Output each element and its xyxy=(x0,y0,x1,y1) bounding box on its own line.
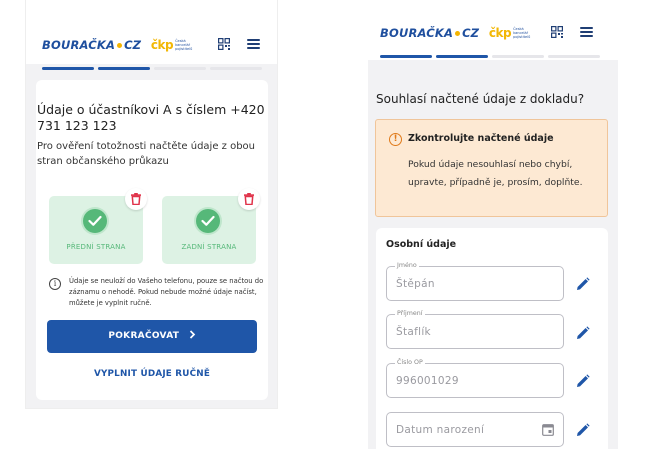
hamburger-menu-icon[interactable] xyxy=(247,39,260,49)
birth-date-field[interactable]: Datum narození xyxy=(386,412,564,447)
progress-step xyxy=(492,55,544,58)
progress-step xyxy=(98,67,150,70)
partner-name: čkp xyxy=(488,26,512,40)
doc-label: ZADNÍ STRANA xyxy=(181,243,237,251)
warning-title: Zkontrolujte načtené údaje xyxy=(408,133,554,144)
continue-button[interactable]: POKRAČOVAT xyxy=(47,320,257,353)
qr-code-icon[interactable] xyxy=(551,26,563,38)
pencil-icon[interactable] xyxy=(576,374,590,388)
partner-name: čkp xyxy=(150,38,174,52)
continue-label: POKRAČOVAT xyxy=(108,331,180,341)
field-placeholder: Datum narození xyxy=(396,424,485,436)
field-value: Štaflík xyxy=(396,326,431,338)
partner-logo: čkp Česká kancelář pojistitelů xyxy=(489,26,535,40)
partner-subtitle: Česká kancelář pojistitelů xyxy=(175,39,193,51)
hamburger-menu-icon[interactable] xyxy=(580,27,593,37)
field-label: Příjmení xyxy=(395,310,425,318)
brand-tld: CZ xyxy=(124,38,141,52)
section-title: Osobní údaje xyxy=(386,239,457,250)
check-icon xyxy=(83,209,107,233)
partner-subtitle: Česká kancelář pojistitelů xyxy=(513,27,531,39)
qr-code-icon[interactable] xyxy=(218,38,230,50)
brand-logo[interactable]: BOURAČKA CZ čkp Česká kancelář pojistitel… xyxy=(42,38,197,52)
page-title: Údaje o účastníkovi A s číslem +420 731 … xyxy=(37,102,265,133)
check-icon xyxy=(196,209,220,233)
step-progress xyxy=(380,55,600,58)
pencil-icon[interactable] xyxy=(576,423,590,437)
field-label: Jméno xyxy=(395,262,419,270)
field-label: Číslo OP xyxy=(395,359,425,367)
page-title: Souhlasí načtené údaje z dokladu? xyxy=(376,92,585,106)
brand-name: BOURAČKA xyxy=(380,26,454,40)
id-number-field[interactable]: Číslo OP 996001029 xyxy=(386,359,564,398)
info-icon: i xyxy=(49,278,61,290)
info-text: Údaje se neuloží do Vašeho telefonu, pou… xyxy=(69,277,264,307)
fill-manually-button[interactable]: VYPLNIT ÚDAJE RUČNĚ xyxy=(47,369,257,379)
warning-body: Pokud údaje nesouhlasí nebo chybí, uprav… xyxy=(408,159,583,188)
app-header: BOURAČKA CZ čkp Česká kancelář pojistitel… xyxy=(26,0,277,64)
calendar-icon[interactable] xyxy=(542,423,554,436)
trash-icon[interactable] xyxy=(238,188,260,210)
last-name-field[interactable]: Příjmení Štaflík xyxy=(386,310,564,349)
warning-icon: ! xyxy=(389,133,402,146)
progress-step xyxy=(548,55,600,58)
brand-dot-icon xyxy=(455,30,461,36)
brand-name: BOURAČKA xyxy=(42,38,116,52)
step-progress xyxy=(42,67,262,70)
warning-alert: ! Zkontrolujte načtené údaje Pokud údaje… xyxy=(375,119,608,217)
progress-step xyxy=(380,55,432,58)
trash-icon[interactable] xyxy=(125,188,147,210)
progress-step xyxy=(210,67,262,70)
screen-verify-document: BOURAČKA CZ čkp Česká kancelář pojistitel… xyxy=(368,0,618,449)
pencil-icon[interactable] xyxy=(576,326,590,340)
progress-step xyxy=(436,55,488,58)
brand-tld: CZ xyxy=(462,26,479,40)
field-value: 996001029 xyxy=(396,375,459,387)
partner-logo: čkp Česká kancelář pojistitelů xyxy=(151,38,197,52)
field-value: Štěpán xyxy=(396,278,435,290)
page-subtitle: Pro ověření totožnosti načtěte údaje z o… xyxy=(37,141,256,167)
brand-dot-icon xyxy=(117,42,123,48)
progress-step xyxy=(154,67,206,70)
chevron-right-icon xyxy=(189,330,195,339)
doc-label: PŘEDNÍ STRANA xyxy=(66,243,126,251)
app-header: BOURAČKA CZ čkp Česká kancelář pojistitel… xyxy=(368,0,618,60)
first-name-field[interactable]: Jméno Štěpán xyxy=(386,262,564,301)
progress-step xyxy=(42,67,94,70)
brand-logo[interactable]: BOURAČKA CZ čkp Česká kancelář pojistitel… xyxy=(380,26,535,40)
pencil-icon[interactable] xyxy=(576,277,590,291)
